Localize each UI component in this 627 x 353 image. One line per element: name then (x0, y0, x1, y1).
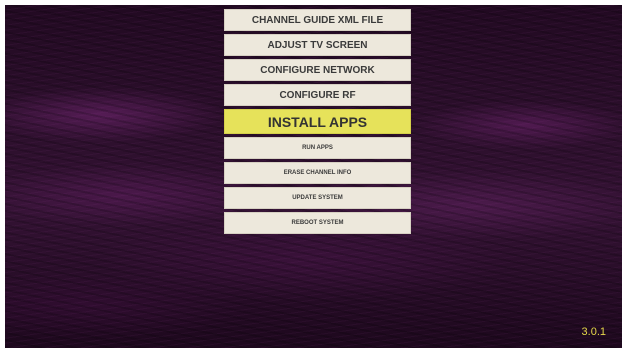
menu-item-label: CHANNEL GUIDE XML FILE (251, 14, 384, 26)
menu-item-label: ERASE CHANNEL INFO (283, 170, 352, 176)
menu-item-channel-guide-xml-file[interactable]: CHANNEL GUIDE XML FILE (224, 9, 411, 31)
settings-screen: CHANNEL GUIDE XML FILE ADJUST TV SCREEN … (5, 5, 622, 348)
menu-item-label: RUN APPS (302, 145, 333, 151)
menu-item-run-apps[interactable]: RUN APPS (224, 137, 411, 159)
menu-item-configure-rf[interactable]: CONFIGURE RF (224, 84, 411, 106)
menu-item-label: CONFIGURE RF (279, 89, 356, 101)
menu-item-update-system[interactable]: UPDATE SYSTEM (224, 187, 411, 209)
menu-item-erase-channel-info[interactable]: ERASE CHANNEL INFO (224, 162, 411, 184)
menu-item-label: ADJUST TV SCREEN (267, 39, 368, 51)
menu-item-adjust-tv-screen[interactable]: ADJUST TV SCREEN (224, 34, 411, 56)
menu-item-reboot-system[interactable]: REBOOT SYSTEM (224, 212, 411, 234)
menu-item-install-apps[interactable]: INSTALL APPS (224, 109, 411, 134)
menu-item-label: UPDATE SYSTEM (292, 195, 343, 201)
menu-item-label: REBOOT SYSTEM (291, 220, 344, 226)
menu-item-label: INSTALL APPS (267, 113, 368, 130)
menu-item-label: CONFIGURE NETWORK (260, 64, 375, 76)
menu-item-configure-network[interactable]: CONFIGURE NETWORK (224, 59, 411, 81)
settings-menu: CHANNEL GUIDE XML FILE ADJUST TV SCREEN … (224, 9, 411, 237)
version-label: 3.0.1 (581, 326, 606, 338)
